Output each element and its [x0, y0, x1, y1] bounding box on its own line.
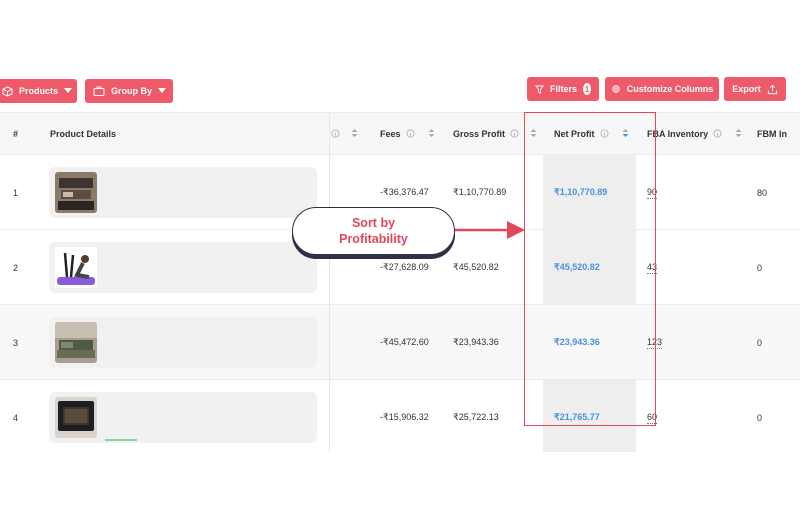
sort-by-profitability-callout: Sort by Profitability: [292, 207, 455, 255]
funnel-icon: [535, 84, 544, 94]
filters-button[interactable]: Filters 1: [527, 77, 599, 101]
header-fba-inventory[interactable]: FBA Inventory: [647, 113, 742, 155]
arrow-right-icon: [455, 221, 525, 239]
products-label: Products: [19, 86, 59, 96]
progress-indicator: [105, 439, 137, 441]
group-by-label: Group By: [111, 86, 153, 96]
info-icon: [331, 128, 340, 140]
fbm-inventory-cell: 0: [757, 262, 763, 273]
gross-profit-cell: ₹25,722.13: [453, 412, 499, 422]
info-icon: [406, 128, 415, 140]
fees-cell: -₹15,906.32: [380, 412, 429, 422]
gross-profit-cell: ₹45,520.82: [453, 262, 499, 272]
box-icon: [2, 85, 13, 97]
product-thumbnail: [55, 172, 97, 213]
caret-down-icon: [64, 88, 73, 94]
header-hidden-column: [331, 113, 358, 155]
row-index: 4: [13, 412, 19, 423]
sort-icon[interactable]: [351, 128, 358, 140]
header-fbm-inventory[interactable]: FBM In: [757, 113, 787, 155]
sort-icon[interactable]: [735, 128, 742, 140]
products-table: # Product Details Fees Gross Profit Net …: [0, 112, 800, 452]
header-fees[interactable]: Fees: [380, 113, 435, 155]
header-product-details: Product Details: [50, 129, 117, 139]
info-icon: [510, 128, 519, 140]
row-index: 2: [13, 262, 19, 273]
briefcase-icon: [93, 86, 105, 96]
sort-icon[interactable]: [428, 128, 435, 140]
gear-icon: [611, 84, 621, 94]
row-index: 3: [13, 337, 19, 348]
header-index: #: [13, 129, 19, 139]
column-divider: [329, 113, 330, 452]
product-thumbnail: [55, 397, 97, 438]
table-row[interactable]: 4 -₹15,906.32 ₹25,722.13 ₹21,765.77 60 0: [0, 380, 800, 452]
callout-line-1: Sort by: [351, 216, 396, 230]
fbm-inventory-cell: 0: [757, 412, 763, 423]
product-card[interactable]: [49, 392, 317, 443]
export-button[interactable]: Export: [724, 77, 786, 101]
callout-line-2: Profitability: [339, 232, 408, 246]
fbm-inventory-cell: 80: [757, 187, 768, 198]
toolbar: Products Group By Filters 1 Customize Co…: [0, 77, 800, 103]
product-card[interactable]: [49, 167, 317, 218]
group-by-button[interactable]: Group By: [85, 79, 173, 103]
upload-icon: [767, 84, 778, 95]
filters-count-badge: 1: [583, 83, 591, 95]
product-card[interactable]: [49, 317, 317, 368]
export-label: Export: [732, 84, 761, 94]
row-index: 1: [13, 187, 19, 198]
caret-down-icon: [158, 88, 167, 94]
product-thumbnail: [55, 322, 97, 363]
customize-columns-label: Customize Columns: [626, 84, 714, 94]
product-thumbnail: [55, 247, 97, 288]
table-row[interactable]: 3 -₹45,472.60 ₹23,943.36 ₹23,943.36 123 …: [0, 305, 800, 380]
gross-profit-cell: ₹23,943.36: [453, 337, 499, 347]
product-card[interactable]: [49, 242, 317, 293]
filters-label: Filters: [550, 84, 578, 94]
products-button[interactable]: Products: [0, 79, 77, 103]
net-profit-highlight-box: [524, 112, 656, 426]
fees-cell: -₹45,472.60: [380, 337, 429, 347]
customize-columns-button[interactable]: Customize Columns: [605, 77, 719, 101]
table-header: # Product Details Fees Gross Profit Net …: [0, 113, 800, 155]
fbm-inventory-cell: 0: [757, 337, 763, 348]
info-icon: [713, 128, 722, 140]
